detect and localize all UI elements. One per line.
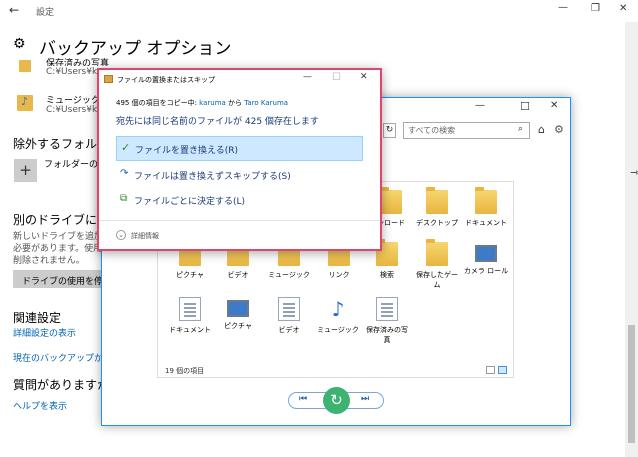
home-icon[interactable]: ⌂ [538, 123, 545, 136]
document-folder-icon [475, 187, 497, 214]
decide-option[interactable]: ⧉ ファイルごとに決定する(L) [116, 191, 363, 211]
video-file-icon [278, 297, 300, 321]
back-arrow-icon[interactable]: ← [9, 3, 19, 17]
monitor-icon [227, 300, 249, 317]
replace-label: ファイルを置き換える(R) [135, 146, 239, 156]
minimize-button[interactable]: — [558, 2, 568, 13]
search-icon: ⌕ [518, 124, 524, 134]
music-folder-icon: ♪ [17, 95, 33, 111]
conflict-text: 宛先には同じ名前のファイルが 425 個存在します [116, 117, 319, 127]
help-link[interactable]: ヘルプを表示 [13, 399, 67, 412]
destination-link[interactable]: Taro Karuma [244, 99, 288, 107]
check-icon: ✓ [121, 141, 131, 154]
document-icon [376, 297, 398, 321]
gear-icon: ⚙ [13, 36, 26, 52]
gear-icon[interactable]: ⚙ [554, 123, 564, 136]
folder-icon [426, 239, 448, 266]
videos-library-item[interactable]: ビデオ [265, 297, 313, 335]
details-view-icon[interactable] [486, 366, 495, 374]
music-library-item[interactable]: ♪ ミュージック [314, 297, 362, 335]
close-button[interactable]: ✕ [550, 100, 558, 111]
refresh-button[interactable]: ↻ [383, 123, 396, 138]
stop-drive-button[interactable]: ドライブの使用を停止 [13, 270, 112, 288]
monitor-icon [475, 245, 497, 262]
dialog-divider [99, 220, 380, 221]
chevron-down-icon[interactable]: ⌄ [116, 230, 126, 240]
other-drive-desc: 削除されません。 [13, 256, 85, 266]
close-button[interactable]: ✕ [619, 3, 627, 14]
maximize-button[interactable]: ❐ [591, 3, 600, 14]
search-placeholder: すべての検索 [408, 126, 456, 135]
desktop-item[interactable]: デスクトップ [413, 187, 461, 228]
camera-roll-item[interactable]: カメラ ロール [462, 242, 510, 276]
documents-library-item[interactable]: ドキュメント [166, 297, 214, 335]
restore-link[interactable]: 現在のバックアップから [13, 351, 112, 364]
music-note-icon: ♪ [331, 297, 345, 321]
dialog-title: ファイルの置換またはスキップ [117, 76, 215, 84]
details-toggle[interactable]: 詳細情報 [131, 231, 159, 241]
folder-path: C:¥Users¥ka [46, 105, 103, 115]
compare-files-icon: ⧉ [120, 193, 128, 204]
related-heading: 関連設定 [13, 311, 62, 325]
decide-label: ファイルごとに決定する(L) [134, 197, 246, 207]
advanced-settings-link[interactable]: 詳細設定の表示 [13, 326, 76, 339]
replace-option[interactable]: ✓ ファイルを置き換える(R) [116, 136, 363, 161]
pictures-library-item[interactable]: ピクチャ [214, 297, 262, 331]
screen: ← 設定 — ❐ ✕ ⚙ バックアップ オプション 保存済みの写真 C:¥Use… [0, 0, 638, 457]
search-box[interactable]: すべての検索 ⌕ [403, 122, 530, 139]
restore-button[interactable]: ↻ [323, 387, 350, 414]
close-button[interactable]: ✕ [360, 72, 368, 82]
folder-icon [426, 187, 448, 214]
skip-arrow-icon: ↷ [120, 168, 129, 179]
folder-name: 保存済みの写真 [46, 59, 110, 66]
add-folder-button[interactable]: + [14, 159, 37, 182]
maximize-button[interactable]: ☐ [520, 100, 530, 113]
scrollbar-thumb[interactable] [628, 325, 635, 443]
saved-pictures-item[interactable]: 保存済みの写真 [363, 297, 411, 345]
minimize-button[interactable]: — [303, 72, 312, 82]
skip-label: ファイルは置き換えずスキップする(S) [134, 172, 291, 182]
skip-option[interactable]: ↷ ファイルは置き換えずスキップする(S) [116, 166, 363, 186]
settings-titlebar: ← 設定 — ❐ ✕ [0, 0, 638, 22]
previous-button[interactable]: ⏮ [299, 394, 307, 404]
minimize-button[interactable]: — [475, 100, 485, 111]
maximize-button: ☐ [332, 72, 341, 83]
saved-games-item[interactable]: 保存したゲーム [413, 239, 461, 290]
document-icon [179, 297, 201, 321]
documents-item[interactable]: ドキュメント [462, 187, 510, 228]
copy-status: 495 個の項目をコピー中: karuma から Taro Karuma [116, 99, 289, 107]
download-folder-icon [380, 187, 402, 214]
mouse-cursor-icon: ⇾ [630, 166, 638, 179]
folder-icon [19, 60, 31, 72]
folder-path: C:¥Users¥ka [46, 67, 103, 77]
copy-icon [104, 75, 113, 83]
source-link[interactable]: karuma [199, 99, 226, 107]
large-icons-view-icon[interactable] [498, 366, 507, 374]
item-count: 19 個の項目 [165, 367, 205, 375]
next-button[interactable]: ⏭ [361, 394, 369, 404]
window-title: 設定 [36, 8, 55, 18]
